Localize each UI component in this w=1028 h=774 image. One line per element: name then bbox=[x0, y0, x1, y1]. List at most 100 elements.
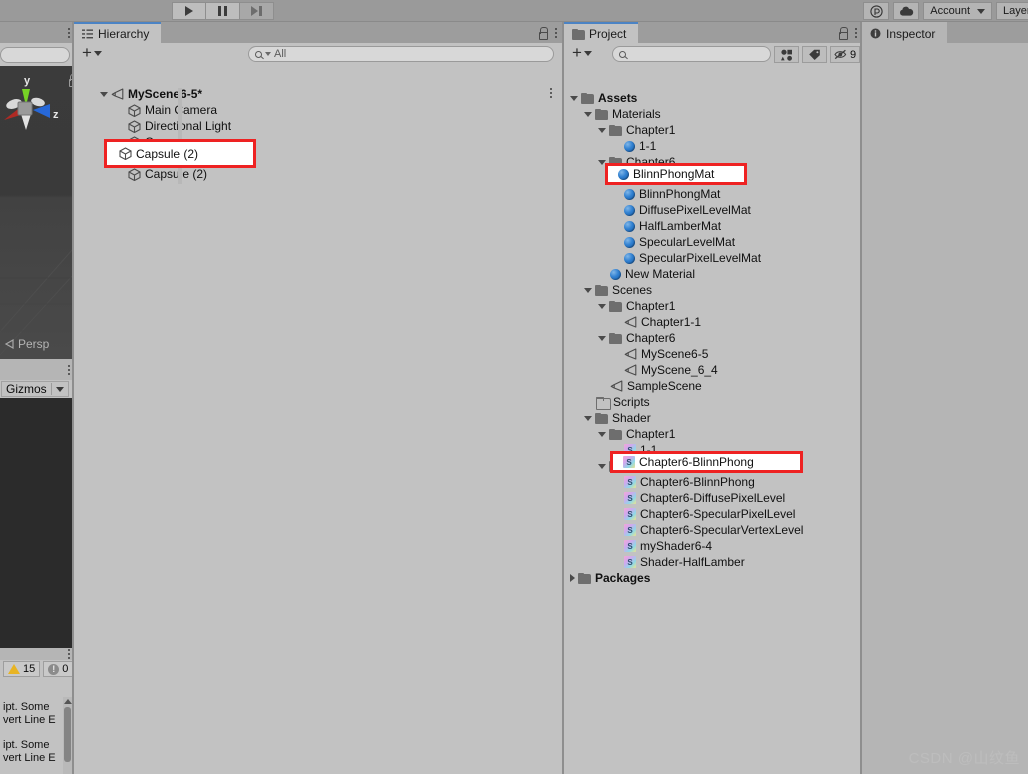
panel-menu-icon[interactable] bbox=[68, 27, 70, 38]
tab-project[interactable]: Project bbox=[564, 22, 639, 43]
tree-row[interactable]: Packages bbox=[570, 570, 862, 586]
tree-row[interactable]: SpecularLevelMat bbox=[570, 234, 862, 250]
hierarchy-search-input[interactable]: All bbox=[248, 46, 554, 62]
divider-hierarchy-project[interactable] bbox=[562, 22, 564, 774]
tree-row[interactable]: SpecularPixelLevelMat bbox=[570, 250, 862, 266]
scene-projection-label[interactable]: Persp bbox=[4, 337, 49, 351]
divider-left[interactable] bbox=[72, 22, 74, 774]
search-filter-chevron-icon[interactable] bbox=[265, 52, 271, 56]
account-dropdown[interactable]: Account bbox=[923, 2, 992, 20]
material-icon bbox=[618, 168, 629, 180]
chevron-right-icon[interactable] bbox=[570, 574, 575, 582]
tree-row[interactable]: Shader bbox=[570, 410, 862, 426]
project-material-highlight-content[interactable]: BlinnPhongMat bbox=[608, 166, 744, 182]
project-create-dropdown[interactable]: + bbox=[572, 44, 592, 61]
project-shader-highlight-content[interactable]: S Chapter6-BlinnPhong bbox=[613, 454, 800, 470]
scene-view[interactable]: y z Persp bbox=[0, 66, 72, 359]
hierarchy-lock-icon[interactable] bbox=[538, 27, 548, 40]
tree-row[interactable]: Chapter1 bbox=[570, 122, 862, 138]
project-material-highlight-label: BlinnPhongMat bbox=[633, 167, 715, 181]
step-button[interactable] bbox=[240, 2, 274, 20]
tree-row[interactable]: MyScene6-5* bbox=[100, 86, 562, 102]
hierarchy-highlight-content[interactable]: Capsule (2) bbox=[107, 142, 253, 165]
folder-icon bbox=[609, 332, 622, 344]
divider-project-inspector[interactable] bbox=[860, 22, 862, 774]
tree-row-label: 1-1 bbox=[639, 139, 657, 153]
console-entry[interactable]: ipt. Some vert Line E bbox=[0, 697, 63, 729]
tree-row[interactable]: S Shader-HalfLamber bbox=[570, 554, 862, 570]
layers-dropdown[interactable]: Layer bbox=[996, 2, 1028, 20]
tree-row[interactable]: Chapter1-1 bbox=[570, 314, 862, 330]
warning-count-button[interactable]: 15 bbox=[3, 661, 41, 677]
tree-row[interactable]: Directional Light bbox=[100, 118, 562, 134]
tree-row[interactable]: SmyShader6-4 bbox=[570, 538, 862, 554]
tree-row[interactable]: S Chapter6-DiffusePixelLevel bbox=[570, 490, 862, 506]
scroll-up-icon[interactable] bbox=[63, 699, 72, 704]
left-panel-search-input[interactable] bbox=[0, 47, 70, 63]
tree-row[interactable]: Chapter6 bbox=[570, 330, 862, 346]
project-lock-icon[interactable] bbox=[838, 27, 848, 40]
hierarchy-menu-icon[interactable] bbox=[555, 27, 557, 38]
tree-row[interactable]: New Material bbox=[570, 266, 862, 282]
project-hidden-filter-button[interactable]: 9 bbox=[830, 46, 860, 63]
tree-row[interactable]: MyScene6-5 bbox=[570, 346, 862, 362]
scene-icon bbox=[624, 316, 637, 328]
tree-row[interactable]: Chapter1 bbox=[570, 298, 862, 314]
game-view[interactable] bbox=[0, 398, 72, 648]
tree-row[interactable]: Main Camera bbox=[100, 102, 562, 118]
cloud-button[interactable] bbox=[893, 2, 920, 20]
tree-row[interactable]: HalfLamberMat bbox=[570, 218, 862, 234]
tab-hierarchy[interactable]: Hierarchy bbox=[74, 22, 162, 43]
tree-row[interactable]: Scripts bbox=[570, 394, 862, 410]
error-count-button[interactable]: ! 0 bbox=[43, 661, 74, 677]
console-scroll-thumb[interactable] bbox=[64, 707, 71, 762]
chevron-down-icon[interactable] bbox=[598, 431, 606, 437]
collab-button[interactable] bbox=[863, 2, 890, 20]
tree-row-label: Chapter1-1 bbox=[641, 315, 702, 329]
tree-row[interactable]: DiffusePixelLevelMat bbox=[570, 202, 862, 218]
console-entry[interactable]: ity Packag bbox=[0, 767, 63, 774]
tree-row-label: Shader bbox=[612, 411, 651, 425]
tree-row[interactable]: S Chapter6-BlinnPhong bbox=[570, 474, 862, 490]
game-panel-menu-icon[interactable] bbox=[68, 364, 70, 375]
shader-icon: S bbox=[624, 524, 636, 536]
tree-row[interactable]: S Chapter6-SpecularPixelLevel bbox=[570, 506, 862, 522]
tree-row[interactable]: Capsule (2) bbox=[100, 166, 562, 182]
chevron-down-icon[interactable] bbox=[584, 415, 592, 421]
tree-row[interactable]: 1-1 bbox=[570, 138, 862, 154]
console-entry[interactable]: ipt. Some vert Line E bbox=[0, 729, 63, 767]
persp-label: Persp bbox=[18, 337, 50, 351]
game-view-tabbar bbox=[0, 359, 74, 380]
tree-row[interactable]: Materials bbox=[570, 106, 862, 122]
chevron-down-icon[interactable] bbox=[584, 111, 592, 117]
chevron-down-icon[interactable] bbox=[598, 335, 606, 341]
console-log-list[interactable]: ipt. Some vert Line E ipt. Some vert Lin… bbox=[0, 697, 63, 774]
scene-row-menu-icon[interactable] bbox=[550, 88, 552, 98]
chevron-down-icon[interactable] bbox=[570, 95, 578, 101]
tree-row[interactable]: Assets bbox=[570, 90, 862, 106]
project-type-filter-button[interactable] bbox=[774, 46, 799, 63]
tree-row[interactable]: Chapter1 bbox=[570, 426, 862, 442]
chevron-down-icon[interactable] bbox=[598, 463, 606, 469]
project-menu-icon[interactable] bbox=[855, 27, 857, 38]
tree-row[interactable]: SampleScene bbox=[570, 378, 862, 394]
play-button[interactable] bbox=[172, 2, 206, 20]
tree-row[interactable]: S Chapter6-SpecularVertexLevel bbox=[570, 522, 862, 538]
tree-row[interactable]: MyScene_6_4 bbox=[570, 362, 862, 378]
tree-row[interactable]: Scenes bbox=[570, 282, 862, 298]
tree-row-label: Chapter6 bbox=[626, 331, 676, 345]
project-label-filter-button[interactable] bbox=[802, 46, 827, 63]
chevron-down-icon[interactable] bbox=[598, 127, 606, 133]
project-search-input[interactable] bbox=[612, 46, 771, 62]
tab-inspector[interactable]: Inspector bbox=[862, 22, 948, 43]
tree-row[interactable]: BlinnPhongMat bbox=[570, 186, 862, 202]
pause-button[interactable] bbox=[206, 2, 240, 20]
chevron-down-icon[interactable] bbox=[584, 287, 592, 293]
chevron-down-icon[interactable] bbox=[100, 91, 108, 97]
hierarchy-create-dropdown[interactable]: + bbox=[82, 44, 102, 61]
chevron-down-icon[interactable] bbox=[598, 303, 606, 309]
console-menu-icon[interactable] bbox=[68, 649, 70, 659]
gizmos-dropdown[interactable]: Gizmos bbox=[1, 381, 69, 397]
console-scrollbar[interactable] bbox=[63, 697, 72, 774]
scene-axis-gizmo[interactable]: y z bbox=[2, 72, 68, 134]
